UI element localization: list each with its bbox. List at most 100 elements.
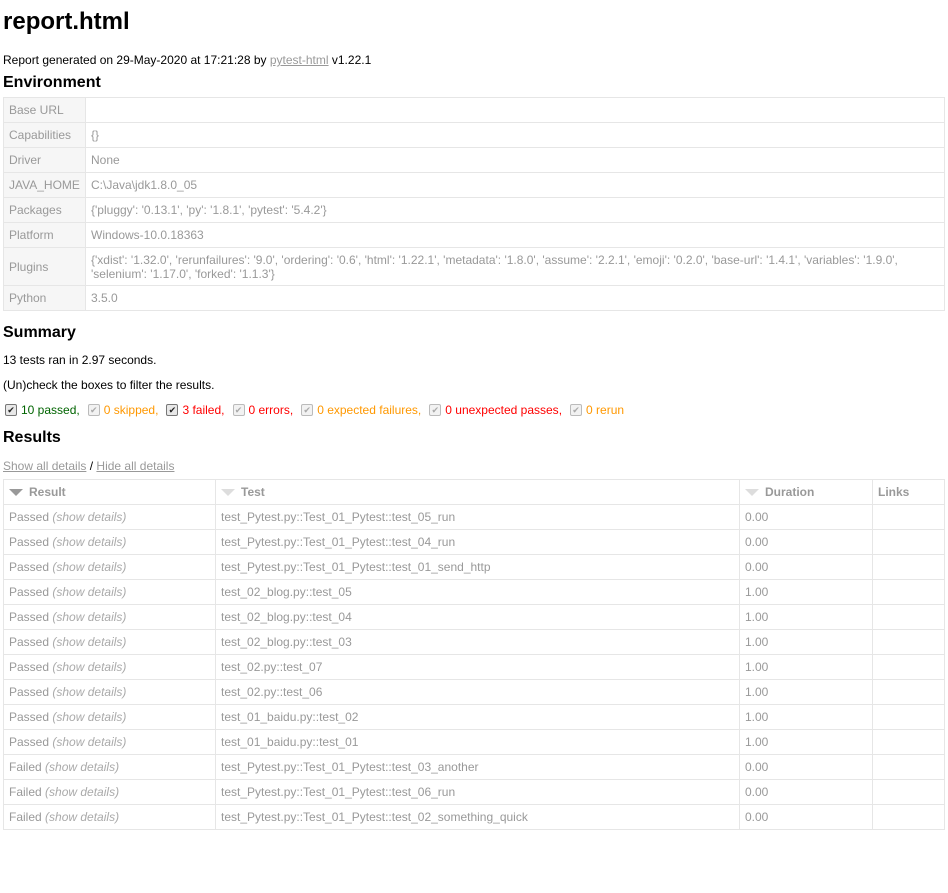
generated-suffix: v1.22.1 bbox=[328, 53, 372, 67]
result-status: Failed bbox=[9, 810, 42, 824]
duration-cell: 1.00 bbox=[739, 604, 873, 630]
links-cell bbox=[872, 729, 945, 755]
environment-key: Driver bbox=[3, 147, 86, 173]
duration-cell: 0.00 bbox=[739, 554, 873, 580]
environment-key: Packages bbox=[3, 197, 86, 223]
result-status: Passed bbox=[9, 560, 50, 574]
result-cell: Passed (show details) bbox=[3, 654, 216, 680]
filter-checkbox-error: ✔ bbox=[232, 404, 245, 416]
result-status: Passed bbox=[9, 635, 50, 649]
hide-all-details-link[interactable]: Hide all details bbox=[96, 459, 174, 473]
filter-checkbox-rerun: ✔ bbox=[570, 404, 583, 416]
show-details-toggle[interactable]: (show details) bbox=[52, 610, 126, 624]
result-cell: Passed (show details) bbox=[3, 529, 216, 555]
environment-value: None bbox=[85, 147, 945, 173]
table-row: Failed (show details) test_Pytest.py::Tes… bbox=[3, 804, 945, 830]
environment-row: JAVA_HOME C:\Java\jdk1.8.0_05 bbox=[3, 172, 945, 198]
table-row: Passed (show details) test_Pytest.py::Tes… bbox=[3, 554, 945, 580]
filter-hint-text: (Un)check the boxes to filter the result… bbox=[3, 378, 215, 392]
environment-row: Capabilities{} bbox=[3, 122, 945, 148]
column-header-result[interactable]: Result bbox=[3, 479, 216, 505]
filter-checkbox-failed[interactable]: ✔ bbox=[166, 404, 179, 416]
table-row: Passed (show details) test_02_blog.py::te… bbox=[3, 629, 945, 655]
environment-key: Platform bbox=[3, 222, 86, 248]
filter-checkbox-passed[interactable]: ✔ bbox=[5, 404, 17, 416]
table-row: Passed (show details) test_01_baidu.py::t… bbox=[3, 704, 945, 730]
environment-row: Plugins {'xdist': '1.32.0', 'rerunfailure… bbox=[3, 247, 945, 286]
environment-row: Driver None bbox=[3, 147, 945, 173]
result-cell: Passed (show details) bbox=[3, 554, 216, 580]
duration-cell: 0.00 bbox=[739, 754, 873, 780]
result-status: Passed bbox=[9, 610, 50, 624]
filter-label-xfailed: 0 expected failures bbox=[317, 403, 418, 417]
show-details-toggle[interactable]: (show details) bbox=[52, 510, 126, 524]
results-header-row: Result Test Duration Links bbox=[3, 479, 945, 505]
result-cell: Passed (show details) bbox=[3, 704, 216, 730]
duration-cell: 1.00 bbox=[739, 729, 873, 755]
show-details-toggle[interactable]: (show details) bbox=[52, 710, 126, 724]
show-details-toggle[interactable]: (show details) bbox=[52, 535, 126, 549]
column-header-duration[interactable]: Duration bbox=[739, 479, 873, 505]
filter-label-skipped: 0 skipped bbox=[103, 403, 156, 417]
show-details-toggle[interactable]: (show details) bbox=[52, 735, 126, 749]
environment-value: Windows-10.0.18363 bbox=[85, 222, 945, 248]
environment-row: Platform Windows-10.0.18363 bbox=[3, 222, 945, 248]
show-details-toggle[interactable]: (show details) bbox=[52, 685, 126, 699]
table-row: Failed (show details) test_Pytest.py::Tes… bbox=[3, 754, 945, 780]
test-name-cell: test_02_blog.py::test_03 bbox=[215, 629, 740, 655]
sort-icon bbox=[745, 489, 759, 497]
table-row: Passed (show details) test_Pytest.py::Tes… bbox=[3, 529, 945, 555]
column-header-result-label: Result bbox=[29, 485, 66, 499]
filter-label-rerun: 0 rerun bbox=[586, 403, 625, 417]
test-name-cell: test_Pytest.py::Test_01_Pytest::test_05_… bbox=[215, 504, 740, 530]
result-cell: Passed (show details) bbox=[3, 679, 216, 705]
result-cell: Passed (show details) bbox=[3, 729, 216, 755]
column-header-test-label: Test bbox=[241, 485, 265, 499]
filter-label-failed: 3 failed bbox=[182, 403, 222, 417]
show-details-toggle[interactable]: (show details) bbox=[52, 560, 126, 574]
filter-checkbox-xfailed: ✔ bbox=[301, 404, 314, 416]
filter-separator: , bbox=[221, 403, 225, 417]
filter-xpassed: ✔ 0 unexpected passes, bbox=[427, 402, 562, 418]
environment-heading: Environment bbox=[3, 74, 101, 91]
tests-ran-text: 13 tests ran in 2.97 seconds. bbox=[3, 353, 157, 367]
links-cell bbox=[872, 629, 945, 655]
show-details-toggle[interactable]: (show details) bbox=[45, 785, 119, 799]
duration-cell: 0.00 bbox=[739, 504, 873, 530]
column-header-test[interactable]: Test bbox=[215, 479, 740, 505]
environment-key: JAVA_HOME bbox=[3, 172, 86, 198]
filter-xfailed: ✔ 0 expected failures, bbox=[299, 402, 421, 418]
links-cell bbox=[872, 604, 945, 630]
test-name-cell: test_02_blog.py::test_05 bbox=[215, 579, 740, 605]
environment-key: Python bbox=[3, 285, 86, 311]
duration-cell: 0.00 bbox=[739, 779, 873, 805]
column-header-duration-label: Duration bbox=[765, 485, 815, 499]
page-title: report.html bbox=[3, 8, 130, 35]
show-details-toggle[interactable]: (show details) bbox=[52, 660, 126, 674]
show-details-toggle[interactable]: (show details) bbox=[45, 810, 119, 824]
table-row: Passed (show details) test_02.py::test_07… bbox=[3, 654, 945, 680]
filter-label-xpassed: 0 unexpected passes bbox=[445, 403, 559, 417]
links-cell bbox=[872, 679, 945, 705]
table-row: Passed (show details) test_Pytest.py::Tes… bbox=[3, 504, 945, 530]
pytest-html-link[interactable]: pytest-html bbox=[270, 53, 329, 67]
test-name-cell: test_02.py::test_07 bbox=[215, 654, 740, 680]
environment-value: {'xdist': '1.32.0', 'rerunfailures': '9.… bbox=[85, 247, 945, 286]
show-all-details-link[interactable]: Show all details bbox=[3, 459, 86, 473]
duration-cell: 1.00 bbox=[739, 704, 873, 730]
result-cell: Failed (show details) bbox=[3, 779, 216, 805]
show-details-toggle[interactable]: (show details) bbox=[45, 760, 119, 774]
links-cell bbox=[872, 654, 945, 680]
environment-row: Base URL bbox=[3, 97, 945, 123]
duration-cell: 0.00 bbox=[739, 804, 873, 830]
sort-icon bbox=[221, 489, 235, 497]
result-status: Passed bbox=[9, 535, 50, 549]
show-details-toggle[interactable]: (show details) bbox=[52, 635, 126, 649]
test-name-cell: test_Pytest.py::Test_01_Pytest::test_06_… bbox=[215, 779, 740, 805]
result-cell: Passed (show details) bbox=[3, 579, 216, 605]
links-cell bbox=[872, 504, 945, 530]
duration-cell: 1.00 bbox=[739, 579, 873, 605]
show-details-toggle[interactable]: (show details) bbox=[52, 585, 126, 599]
environment-key: Base URL bbox=[3, 97, 86, 123]
result-status: Passed bbox=[9, 710, 50, 724]
